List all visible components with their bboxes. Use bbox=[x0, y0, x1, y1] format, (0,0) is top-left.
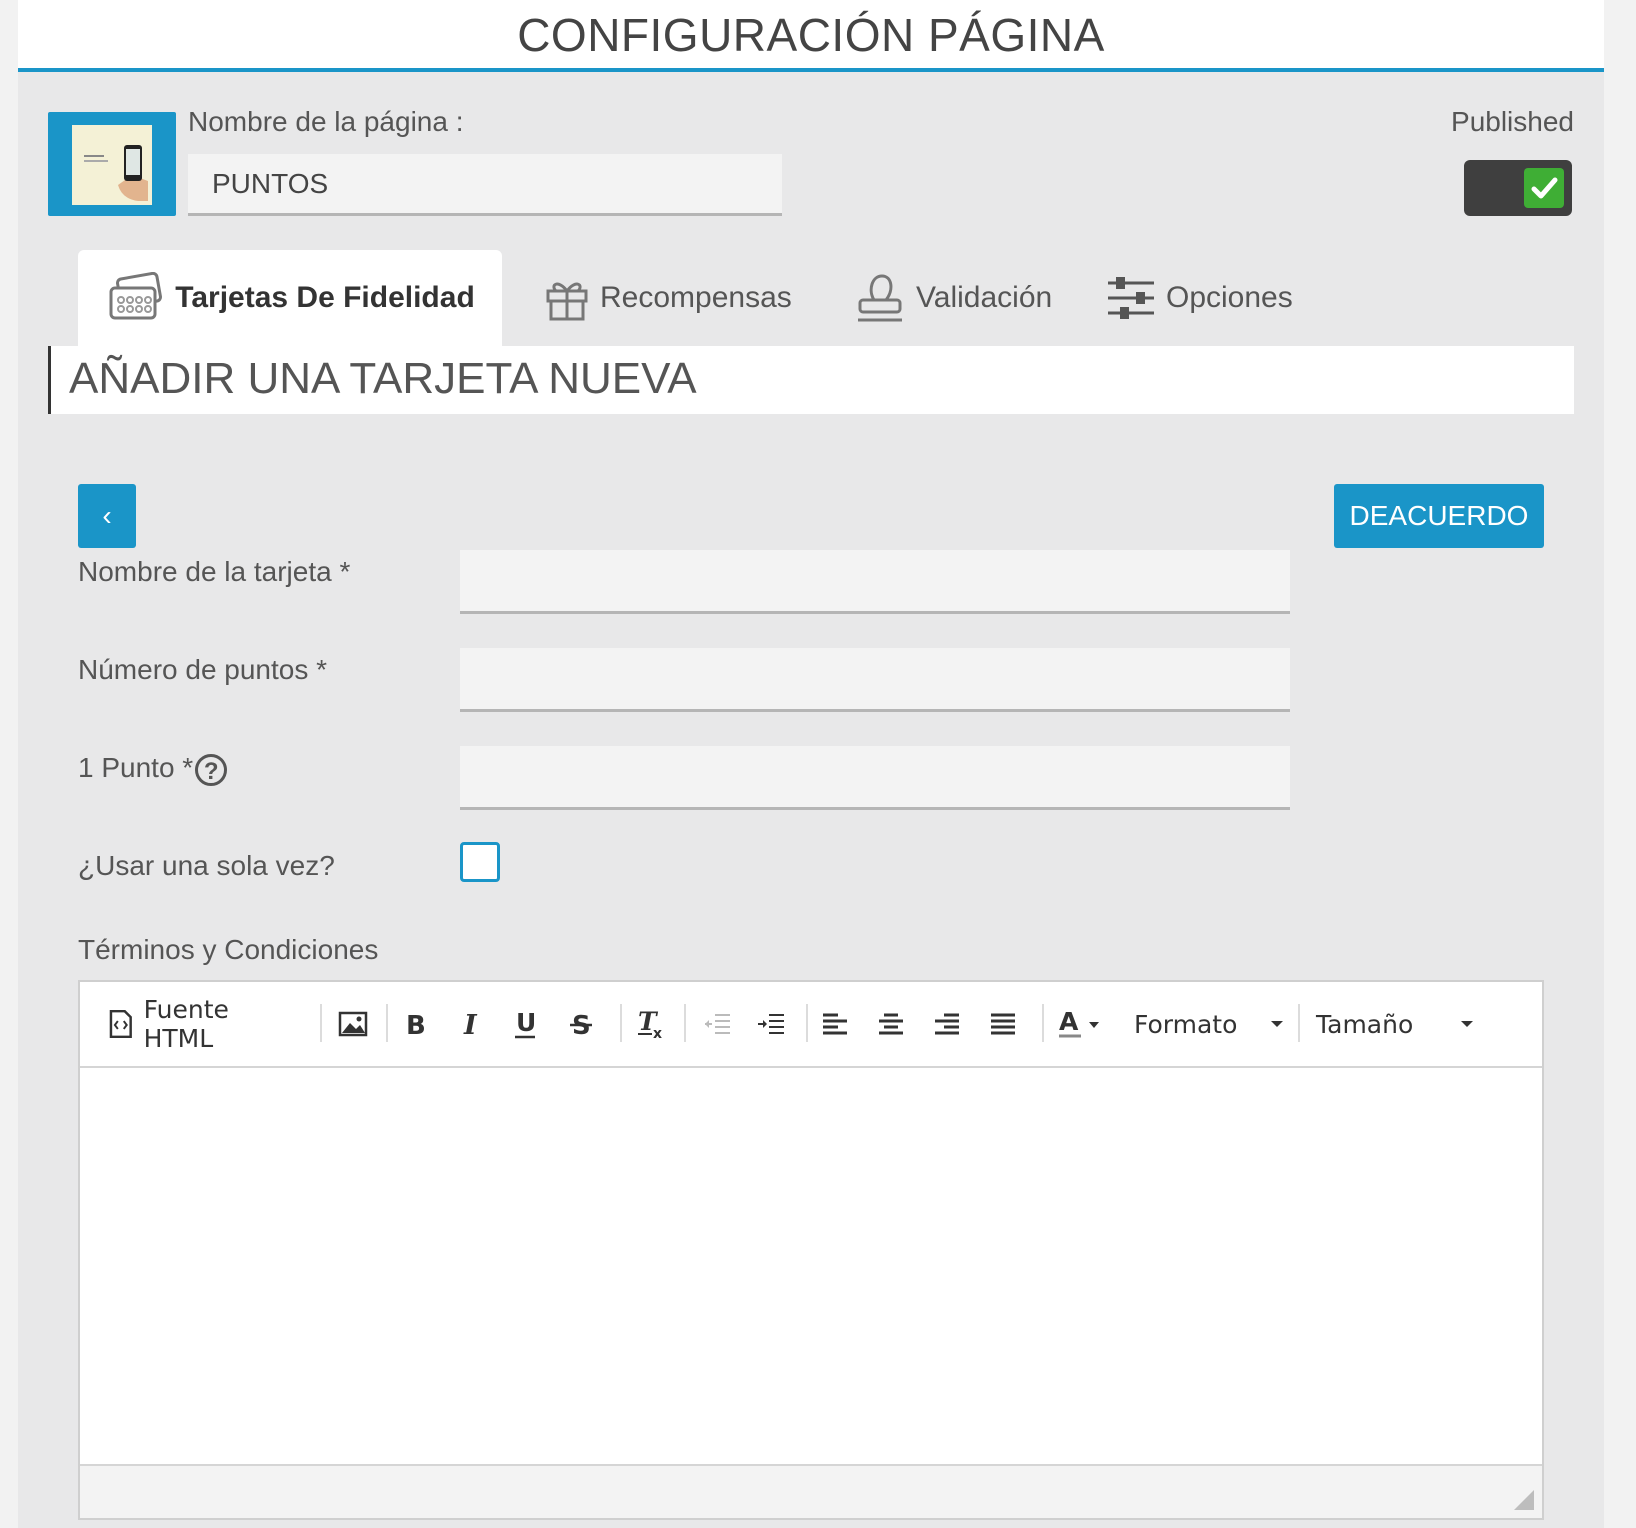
text-color-icon: A bbox=[1059, 1008, 1099, 1038]
strikethrough-button[interactable]: S bbox=[556, 982, 606, 1066]
toolbar-separator bbox=[806, 1004, 808, 1042]
source-html-label: Fuente HTML bbox=[143, 995, 229, 1053]
svg-text:x: x bbox=[653, 1026, 662, 1040]
one-point-label: 1 Punto * bbox=[78, 752, 194, 783]
published-label: Published bbox=[1451, 106, 1574, 137]
tab-loyalty-cards-label: Tarjetas De Fidelidad bbox=[175, 281, 475, 314]
align-left-button[interactable] bbox=[810, 982, 860, 1066]
svg-text:A: A bbox=[1059, 1008, 1079, 1036]
published-toggle[interactable] bbox=[1464, 160, 1572, 216]
tab-bar: Tarjetas De Fidelidad Recompensas Valida… bbox=[78, 250, 1578, 346]
back-button[interactable]: ‹ bbox=[78, 484, 136, 548]
outdent-icon bbox=[705, 1014, 730, 1034]
underline-button[interactable]: U bbox=[500, 982, 550, 1066]
points-label: Número de puntos * bbox=[78, 654, 328, 685]
toggle-knob bbox=[1524, 168, 1564, 208]
remove-format-button[interactable]: Tx bbox=[626, 982, 676, 1066]
page-title: CONFIGURACIÓN PÁGINA bbox=[517, 9, 1105, 61]
toolbar-separator bbox=[386, 1004, 388, 1042]
toolbar-separator bbox=[1042, 1004, 1044, 1042]
gift-icon bbox=[546, 282, 588, 321]
toolbar-separator bbox=[684, 1004, 686, 1042]
help-icon[interactable]: ? bbox=[195, 753, 228, 786]
one-point-row-label: 1 Punto *? bbox=[78, 752, 228, 786]
editor-toolbar: Fuente HTML B I U S Tx A Formato Tamaño bbox=[80, 982, 1542, 1068]
dropdown-caret-icon bbox=[1271, 1021, 1283, 1027]
loyalty-card-icon bbox=[109, 272, 163, 320]
section-header: AÑADIR UNA TARJETA NUEVA bbox=[48, 346, 1574, 414]
card-name-label: Nombre de la tarjeta * bbox=[78, 556, 351, 587]
insert-image-button[interactable] bbox=[328, 982, 378, 1066]
stamp-icon bbox=[858, 274, 902, 322]
section-title: AÑADIR UNA TARJETA NUEVA bbox=[69, 354, 697, 403]
tab-rewards-label: Recompensas bbox=[600, 281, 792, 314]
format-dropdown[interactable]: Formato bbox=[1120, 982, 1294, 1066]
format-dropdown-label: Formato bbox=[1134, 1009, 1238, 1039]
tab-validation[interactable]: Validación bbox=[854, 250, 1052, 346]
align-justify-icon bbox=[991, 1013, 1015, 1035]
outdent-button[interactable] bbox=[692, 982, 742, 1066]
terms-label: Términos y Condiciones bbox=[78, 934, 379, 965]
tab-rewards[interactable]: Recompensas bbox=[544, 250, 792, 346]
align-center-button[interactable] bbox=[866, 982, 916, 1066]
align-left-icon bbox=[823, 1013, 847, 1035]
tab-options-label: Opciones bbox=[1166, 281, 1293, 314]
size-dropdown-label: Tamaño bbox=[1316, 1009, 1414, 1039]
page-name-input[interactable] bbox=[188, 154, 782, 216]
clear-formatting-icon: Tx bbox=[638, 1008, 662, 1040]
rich-text-editor: Fuente HTML B I U S Tx A Formato Tamaño bbox=[78, 980, 1544, 1520]
align-center-icon bbox=[879, 1013, 903, 1035]
page-name-label: Nombre de la página : bbox=[188, 106, 464, 137]
image-icon bbox=[338, 1011, 368, 1037]
strikethrough-icon: S bbox=[570, 1011, 592, 1038]
sliders-icon bbox=[1108, 277, 1154, 319]
use-once-label: ¿Usar una sola vez? bbox=[78, 850, 335, 881]
svg-text:B: B bbox=[406, 1011, 426, 1038]
svg-text:I: I bbox=[463, 1010, 478, 1038]
align-right-icon bbox=[935, 1013, 959, 1035]
editor-status-bar bbox=[80, 1464, 1542, 1518]
align-right-button[interactable] bbox=[922, 982, 972, 1066]
resize-grip-icon[interactable] bbox=[1514, 1490, 1534, 1510]
indent-button[interactable] bbox=[746, 982, 796, 1066]
text-color-button[interactable]: A bbox=[1050, 982, 1114, 1066]
one-point-input[interactable] bbox=[460, 746, 1290, 810]
accept-button[interactable]: DEACUERDO bbox=[1334, 484, 1544, 548]
bold-icon: B bbox=[406, 1011, 426, 1038]
toolbar-separator bbox=[620, 1004, 622, 1042]
tab-options[interactable]: Opciones bbox=[1106, 250, 1293, 346]
check-icon bbox=[1531, 177, 1558, 199]
card-name-input[interactable] bbox=[460, 550, 1290, 614]
underline-icon: U bbox=[515, 1009, 536, 1039]
page-header: CONFIGURACIÓN PÁGINA bbox=[18, 0, 1604, 72]
bold-button[interactable]: B bbox=[390, 982, 440, 1066]
source-html-button[interactable]: Fuente HTML bbox=[108, 982, 304, 1066]
tab-loyalty-cards[interactable]: Tarjetas De Fidelidad bbox=[78, 250, 502, 346]
italic-icon: I bbox=[463, 1010, 478, 1038]
indent-icon bbox=[758, 1014, 784, 1034]
toolbar-separator bbox=[320, 1004, 322, 1042]
tab-validation-label: Validación bbox=[916, 281, 1053, 314]
source-code-icon bbox=[109, 1009, 132, 1039]
justify-button[interactable] bbox=[978, 982, 1028, 1066]
svg-text:U: U bbox=[516, 1009, 536, 1037]
page-thumbnail[interactable] bbox=[48, 112, 176, 216]
points-input[interactable] bbox=[460, 648, 1290, 712]
use-once-checkbox[interactable] bbox=[460, 842, 500, 882]
toolbar-separator bbox=[1298, 1004, 1300, 1042]
dropdown-caret-icon bbox=[1461, 1021, 1473, 1027]
size-dropdown[interactable]: Tamaño bbox=[1302, 982, 1486, 1066]
thumbnail-image bbox=[72, 125, 152, 205]
editor-content-area[interactable] bbox=[80, 1068, 1542, 1448]
italic-button[interactable]: I bbox=[446, 982, 496, 1066]
